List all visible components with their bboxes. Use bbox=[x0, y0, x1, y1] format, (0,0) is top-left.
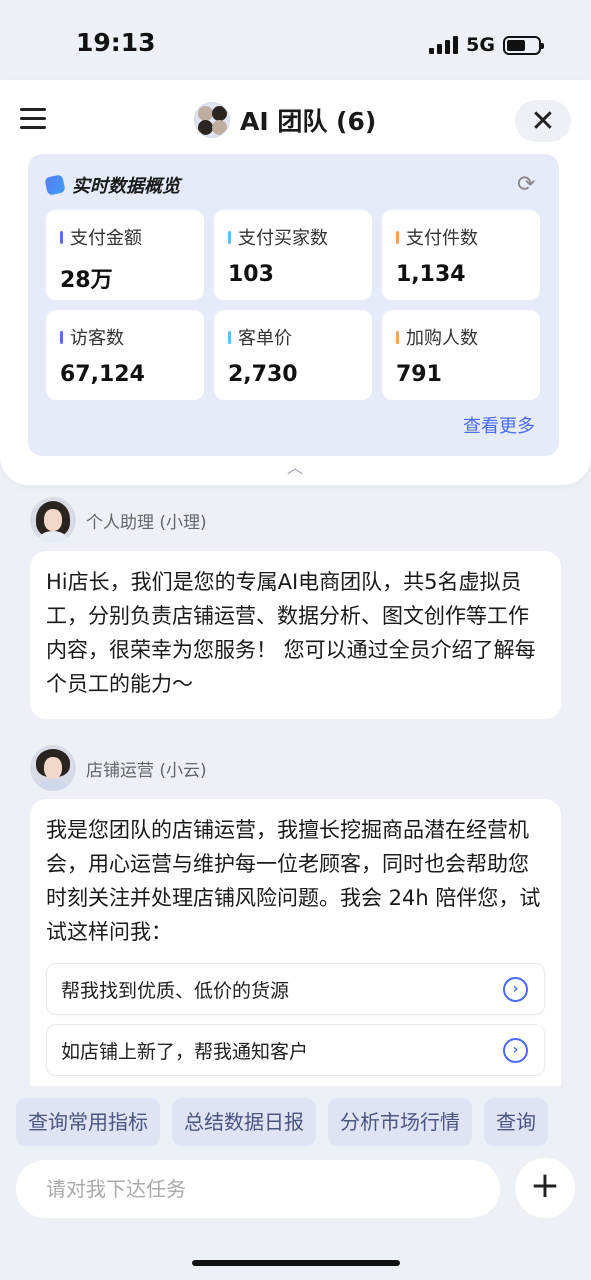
metrics-logo-icon bbox=[44, 174, 66, 196]
team-avatar bbox=[194, 102, 230, 138]
agent-header: 个人助理 (小理) bbox=[30, 497, 207, 543]
suggestion-text: 如店铺上新了，帮我通知客户 bbox=[61, 1040, 309, 1063]
metric-color-bar bbox=[228, 230, 231, 244]
header: AI 团队 (6) ✕ bbox=[0, 80, 591, 158]
agent-name: 个人助理 (小理) bbox=[86, 512, 207, 533]
network-type: 5G bbox=[466, 34, 495, 56]
metric-card[interactable]: 支付金额 28万 bbox=[46, 210, 204, 300]
agent-header: 店铺运营 (小云) bbox=[30, 745, 207, 791]
avatar bbox=[30, 497, 76, 543]
metric-color-bar bbox=[60, 330, 63, 344]
agent-name: 店铺运营 (小云) bbox=[86, 760, 207, 781]
quick-chips: 查询常用指标 总结数据日报 分析市场行情 查询 bbox=[16, 1098, 591, 1146]
metric-label: 访客数 bbox=[70, 328, 124, 349]
status-indicators: 5G bbox=[429, 34, 544, 56]
metric-card[interactable]: 加购人数 791 bbox=[382, 310, 540, 400]
metric-value: 67,124 bbox=[60, 362, 145, 387]
plus-icon: + bbox=[529, 1165, 561, 1206]
message-text: 我是您团队的店铺运营，我擅长挖掘商品潜在经营机会，用心运营与维护每一位老顾客，同… bbox=[46, 818, 541, 944]
signal-icon bbox=[429, 36, 459, 54]
metric-label: 客单价 bbox=[238, 328, 292, 349]
close-button[interactable]: ✕ bbox=[515, 100, 571, 142]
metric-color-bar bbox=[396, 330, 399, 344]
metrics-header: 实时数据概览 bbox=[44, 172, 180, 198]
avatar bbox=[30, 745, 76, 791]
team-title: AI 团队 (6) bbox=[194, 102, 376, 138]
quick-chip[interactable]: 总结数据日报 bbox=[172, 1098, 316, 1146]
metric-label: 支付买家数 bbox=[238, 228, 328, 249]
add-button[interactable]: + bbox=[515, 1158, 575, 1218]
refresh-icon[interactable]: ⟳ bbox=[517, 174, 539, 196]
metric-color-bar bbox=[228, 330, 231, 344]
metric-card[interactable]: 支付买家数 103 bbox=[214, 210, 372, 300]
metric-value: 1,134 bbox=[396, 262, 466, 287]
metric-value: 103 bbox=[228, 262, 274, 287]
menu-icon[interactable] bbox=[20, 108, 48, 132]
metrics-card: 实时数据概览 ⟳ 支付金额 28万 支付买家数 103 支付件数 1,134 访… bbox=[28, 154, 559, 456]
metric-value: 28万 bbox=[60, 268, 113, 293]
view-more-link[interactable]: 查看更多 bbox=[463, 412, 535, 438]
metric-grid: 支付金额 28万 支付买家数 103 支付件数 1,134 访客数 67,124… bbox=[46, 210, 542, 400]
status-time: 19:13 bbox=[76, 28, 156, 57]
close-icon: ✕ bbox=[530, 103, 556, 139]
message-bubble: Hi店长，我们是您的专属AI电商团队，共5名虚拟员工，分别负责店铺运营、数据分析… bbox=[30, 551, 561, 719]
chevron-up-icon[interactable]: ︿ bbox=[284, 460, 306, 476]
metric-card[interactable]: 访客数 67,124 bbox=[46, 310, 204, 400]
suggestion-item[interactable]: 帮我找到优质、低价的货源 › bbox=[46, 963, 545, 1015]
status-bar: 19:13 5G bbox=[0, 0, 591, 80]
suggestion-item[interactable]: 如店铺上新了，帮我通知客户 › bbox=[46, 1024, 545, 1076]
bottom-bar: 查询常用指标 总结数据日报 分析市场行情 查询 请对我下达任务 + bbox=[0, 1086, 591, 1280]
battery-icon bbox=[503, 35, 544, 55]
metrics-title: 实时数据概览 bbox=[72, 176, 180, 197]
home-indicator bbox=[192, 1260, 400, 1266]
metric-card[interactable]: 客单价 2,730 bbox=[214, 310, 372, 400]
quick-chip[interactable]: 查询常用指标 bbox=[16, 1098, 160, 1146]
team-panel: AI 团队 (6) ✕ 实时数据概览 ⟳ 支付金额 28万 支付买家数 103 … bbox=[0, 80, 591, 485]
quick-chip[interactable]: 查询 bbox=[484, 1098, 548, 1146]
metric-card[interactable]: 支付件数 1,134 bbox=[382, 210, 540, 300]
metric-label: 支付件数 bbox=[406, 228, 478, 249]
metric-value: 2,730 bbox=[228, 362, 298, 387]
arrow-right-icon: › bbox=[503, 977, 528, 1002]
metric-color-bar bbox=[60, 230, 63, 244]
arrow-right-icon: › bbox=[503, 1038, 528, 1063]
suggestion-text: 帮我找到优质、低价的货源 bbox=[61, 979, 290, 1002]
metric-label: 支付金额 bbox=[70, 228, 142, 249]
metric-label: 加购人数 bbox=[406, 328, 478, 349]
metric-value: 791 bbox=[396, 362, 442, 387]
metric-color-bar bbox=[396, 230, 399, 244]
team-title-text: AI 团队 (6) bbox=[240, 107, 377, 136]
quick-chip[interactable]: 分析市场行情 bbox=[328, 1098, 472, 1146]
task-input[interactable]: 请对我下达任务 bbox=[16, 1160, 500, 1218]
